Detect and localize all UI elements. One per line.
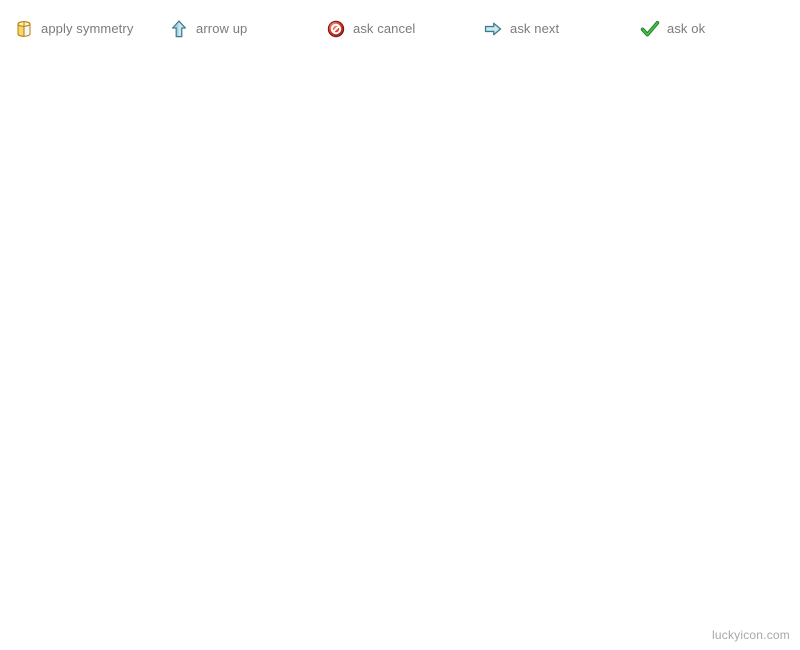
icon-label: ask ok — [667, 21, 706, 37]
icon-label: apply symmetry — [41, 21, 134, 37]
icon-label: arrow up — [196, 21, 248, 37]
ask-ok-icon — [640, 19, 660, 39]
icon-list-item[interactable]: ask cancel — [312, 14, 469, 44]
ask-next-icon — [483, 19, 503, 39]
apply-symmetry-icon — [14, 19, 34, 39]
watermark: luckyicon.com — [712, 628, 790, 642]
icon-grid: apply symmetry arrow up ask cancel ask n… — [0, 0, 800, 632]
icon-list-item[interactable]: arrow up — [155, 14, 312, 44]
icon-list-item[interactable]: ask next — [469, 14, 626, 44]
ask-cancel-icon — [326, 19, 346, 39]
arrow-up-icon — [169, 19, 189, 39]
icon-label: ask next — [510, 21, 560, 37]
icon-list-item[interactable]: ask ok — [626, 14, 800, 44]
icon-label: ask cancel — [353, 21, 416, 37]
icon-list-item[interactable]: apply symmetry — [0, 14, 155, 44]
